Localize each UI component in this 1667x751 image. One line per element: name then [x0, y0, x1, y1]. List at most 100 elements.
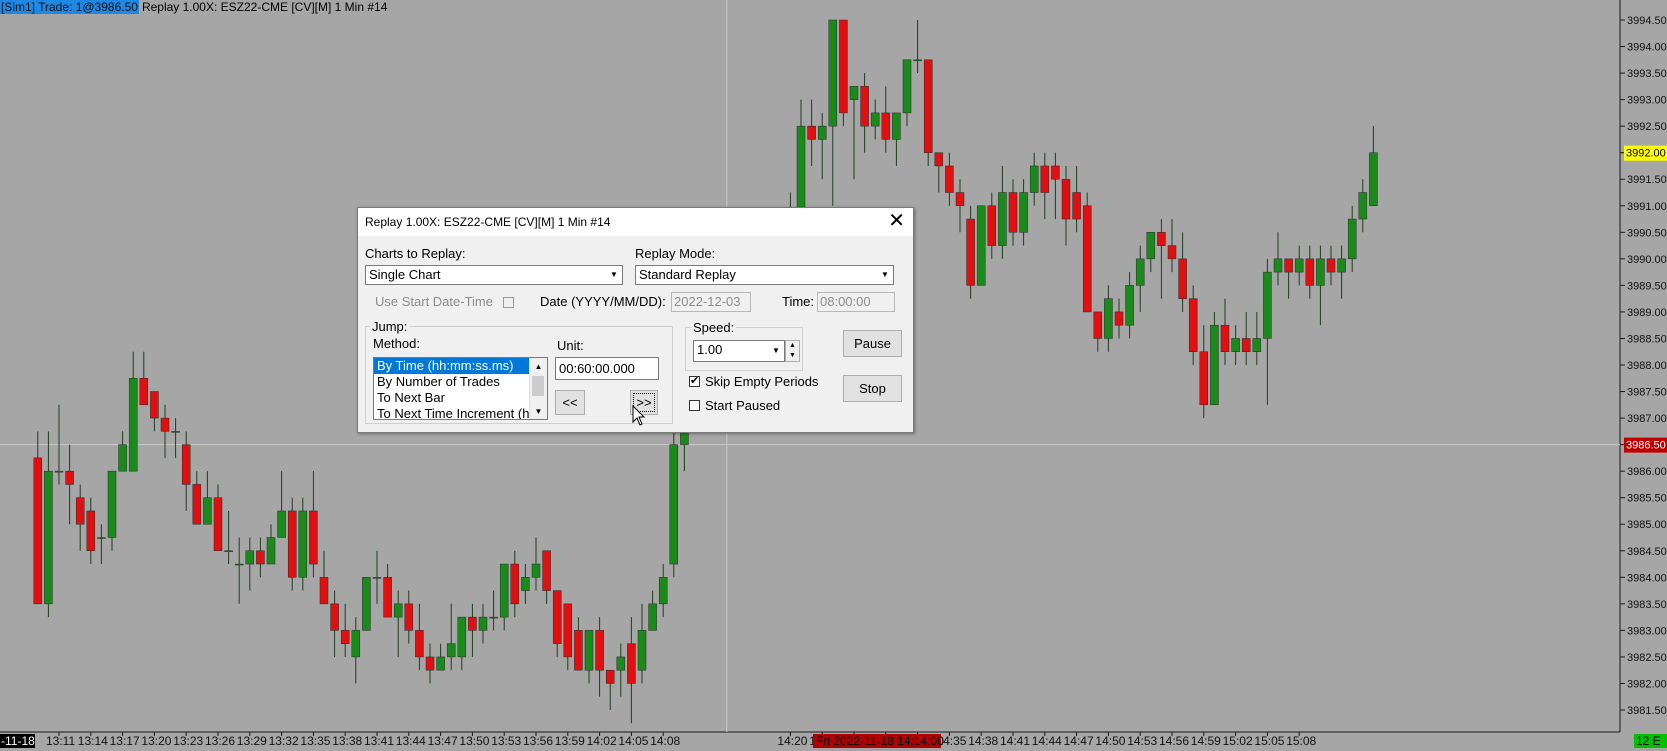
- time-tick-label: 13:11: [46, 734, 75, 748]
- candle-body: [287, 510, 297, 578]
- candle-body: [1019, 192, 1028, 233]
- candle-body: [531, 563, 541, 578]
- start-paused-checkbox[interactable]: [689, 400, 700, 411]
- candle-body: [393, 603, 403, 618]
- time-tick-label: 14:59: [1191, 734, 1221, 748]
- candle-body: [425, 656, 435, 671]
- chevron-down-icon[interactable]: ▼: [877, 266, 893, 284]
- charts-to-replay-value: Single Chart: [369, 267, 441, 282]
- method-option-by-time[interactable]: By Time (hh:mm:ss.ms): [374, 358, 529, 374]
- price-tick-label: 3982.00: [1627, 678, 1667, 690]
- candle-body: [817, 125, 827, 140]
- chart-header: [Sim1] Trade: 1@3986.50 Replay 1.00X: ESZ…: [0, 0, 387, 15]
- candle-body: [86, 510, 96, 552]
- stop-button[interactable]: Stop: [843, 375, 902, 402]
- candle-body: [266, 537, 276, 565]
- candle-body: [881, 112, 891, 140]
- candle-body: [1104, 298, 1113, 339]
- candle-body: [616, 656, 626, 671]
- jump-back-button[interactable]: <<: [555, 390, 585, 415]
- candle-body: [1082, 205, 1092, 313]
- price-tick-label: 3989.00: [1627, 307, 1667, 319]
- time-tick-label: 13:29: [237, 734, 267, 748]
- scroll-up-icon[interactable]: ▲: [530, 358, 547, 374]
- start-paused-label: Start Paused: [705, 398, 781, 413]
- candle-body: [1051, 165, 1060, 180]
- date-label: Date (YYYY/MM/DD):: [540, 294, 666, 309]
- method-option-by-trades[interactable]: By Number of Trades: [374, 374, 547, 390]
- time-tick-label: 14:38: [968, 734, 998, 748]
- candle-body: [372, 577, 382, 579]
- method-option-next-bar[interactable]: To Next Bar: [374, 390, 547, 406]
- candle-body: [510, 563, 520, 605]
- price-tick-label: 3986.00: [1627, 466, 1667, 478]
- skip-empty-periods-checkbox[interactable]: ✔: [689, 376, 700, 387]
- candle-body: [256, 550, 265, 565]
- pause-button[interactable]: Pause: [843, 330, 902, 357]
- use-start-datetime-label: Use Start Date-Time: [375, 294, 493, 309]
- dialog-titlebar[interactable]: Replay 1.00X: ESZ22-CME [CV][M] 1 Min #1…: [358, 208, 913, 236]
- chevron-down-icon[interactable]: ▼: [606, 266, 622, 284]
- method-option-next-time-increment[interactable]: To Next Time Increment (h: [374, 406, 547, 419]
- jump-label: Jump:: [370, 319, 410, 334]
- candle-body: [648, 603, 657, 631]
- speed-select[interactable]: 1.00 ▼: [693, 340, 785, 362]
- price-tick-label: 3992.50: [1627, 121, 1667, 133]
- candle-body: [213, 497, 223, 552]
- dialog-title: Replay 1.00X: ESZ22-CME [CV][M] 1 Min #1…: [365, 215, 611, 229]
- chevron-down-icon[interactable]: ▼: [768, 341, 784, 361]
- time-tick-label: 14:41: [1000, 734, 1030, 748]
- speed-spinner[interactable]: ▲ ▼: [785, 340, 800, 362]
- price-tick-label: 3991.50: [1627, 174, 1667, 186]
- candle-body: [1072, 192, 1081, 220]
- use-start-datetime-checkbox[interactable]: [503, 297, 514, 308]
- candle-body: [521, 577, 530, 591]
- candle-body: [637, 630, 647, 671]
- candle-body: [945, 165, 954, 193]
- replay-mode-select[interactable]: Standard Replay ▼: [635, 265, 894, 285]
- unit-label: Unit:: [557, 338, 584, 353]
- candle-body: [595, 630, 604, 671]
- candle-body: [224, 550, 233, 553]
- date-field[interactable]: 2022-12-03: [671, 292, 751, 312]
- candle-body: [362, 577, 371, 631]
- price-tick-label: 3983.50: [1627, 599, 1667, 611]
- price-tick-label: 3988.00: [1627, 360, 1667, 372]
- method-listbox[interactable]: By Time (hh:mm:ss.ms) By Number of Trade…: [373, 357, 548, 420]
- charts-to-replay-select[interactable]: Single Chart ▼: [365, 265, 623, 285]
- time-tick-label: 13:26: [205, 734, 235, 748]
- unit-input[interactable]: 00:60:00.000: [555, 357, 659, 380]
- scroll-thumb[interactable]: [532, 376, 544, 396]
- candle-body: [160, 417, 170, 432]
- candle-body: [1284, 258, 1293, 273]
- candle-body: [1273, 258, 1283, 273]
- spin-up-icon[interactable]: ▲: [786, 341, 799, 351]
- candle-body: [1040, 165, 1050, 193]
- time-field[interactable]: 08:00:00: [817, 292, 895, 312]
- candle-body: [669, 444, 679, 565]
- candle-body: [828, 19, 838, 127]
- time-tick-label: 14:53: [1127, 734, 1157, 748]
- price-tick-label: 3987.50: [1627, 387, 1667, 399]
- skip-empty-periods-label: Skip Empty Periods: [705, 374, 819, 389]
- price-tick-label: 3994.50: [1627, 15, 1667, 27]
- scroll-down-icon[interactable]: ▼: [530, 403, 547, 419]
- price-tick-label: 3983.00: [1627, 625, 1667, 637]
- candle-body: [330, 603, 339, 631]
- time-tick-label: 13:17: [110, 734, 140, 748]
- method-scrollbar[interactable]: ▲ ▼: [529, 358, 547, 419]
- replay-info-label: Replay 1.00X: ESZ22-CME [CV][M] 1 Min #1…: [141, 0, 388, 14]
- candle-body: [1167, 245, 1177, 260]
- time-tick-label: 13:53: [491, 734, 521, 748]
- last-price-label: 3992.00: [1626, 148, 1666, 160]
- time-edge-left-label: -11-18: [1, 734, 35, 748]
- replay-mode-label: Replay Mode:: [635, 246, 716, 261]
- replay-dialog[interactable]: Replay 1.00X: ESZ22-CME [CV][M] 1 Min #1…: [357, 207, 914, 433]
- spin-down-icon[interactable]: ▼: [786, 351, 799, 361]
- close-icon[interactable]: ✕: [888, 210, 905, 232]
- candle-body: [1263, 271, 1272, 339]
- candle-body: [849, 86, 859, 100]
- price-tick-label: 3988.50: [1627, 333, 1667, 345]
- candle-body: [383, 577, 392, 618]
- time-tick-label: 15:05: [1254, 734, 1284, 748]
